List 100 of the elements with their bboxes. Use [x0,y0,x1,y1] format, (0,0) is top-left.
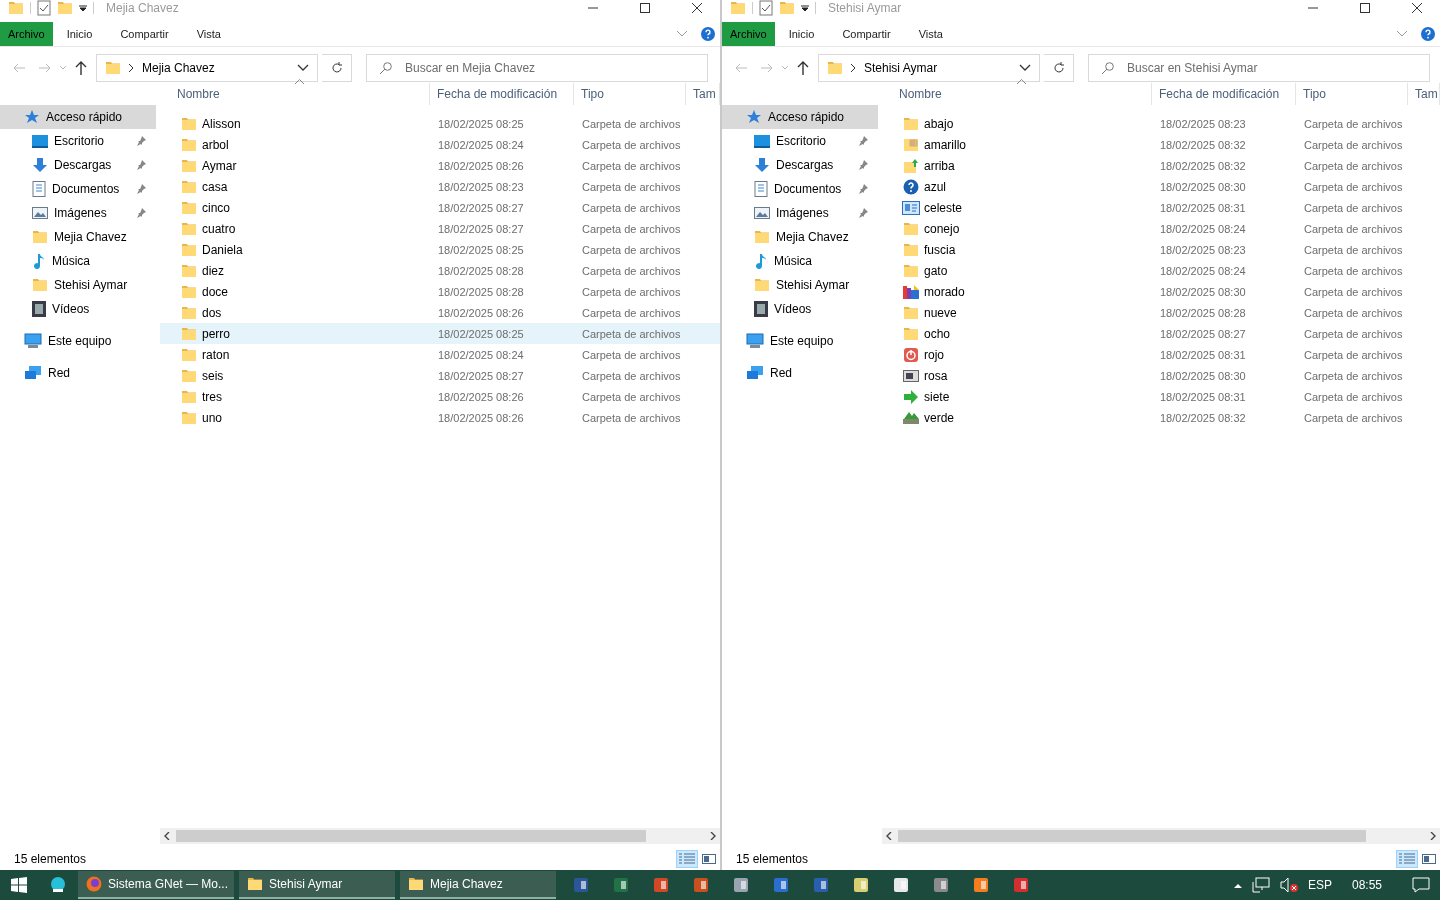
ribbon-tab[interactable]: Archivo [0,22,53,46]
pin-icon[interactable] [136,136,146,146]
nav-item[interactable]: Este equipo [0,329,156,353]
dropdown-icon[interactable] [79,4,87,12]
pin-icon[interactable] [858,160,868,170]
taskbar-window-button[interactable]: Stehisi Aymar [239,871,395,899]
pin-icon[interactable] [136,160,146,170]
file-row[interactable]: perro 18/02/2025 08:25 Carpeta de archivos [160,323,720,344]
muted-speaker-icon[interactable] [1279,877,1298,893]
file-row[interactable]: gato 18/02/2025 08:24 Carpeta de archivos [882,260,1440,281]
nav-item[interactable]: Mejia Chavez [0,225,156,249]
file-row[interactable]: tres 18/02/2025 08:26 Carpeta de archivos [160,386,720,407]
file-row[interactable]: diez 18/02/2025 08:28 Carpeta de archivos [160,260,720,281]
column-header[interactable]: Tam [1408,83,1440,105]
pin-icon[interactable] [858,136,868,146]
nav-item[interactable]: Red [722,361,878,385]
nav-item[interactable]: Este equipo [722,329,878,353]
pin-icon[interactable] [136,184,146,194]
scrollbar-thumb[interactable] [176,830,646,842]
taskbar-window-button[interactable]: Sistema GNet — Mo... [78,871,234,899]
nav-item[interactable]: Acceso rápido [722,105,878,129]
address-field[interactable]: Stehisi Aymar [818,54,1040,82]
checkmark-document-icon[interactable] [759,0,773,16]
nav-item[interactable]: Imágenes [0,201,156,225]
file-row[interactable]: Daniela 18/02/2025 08:25 Carpeta de archivos [160,239,720,260]
nav-item[interactable]: Descargas [722,153,878,177]
nav-item[interactable]: Descargas [0,153,156,177]
ribbon-tab[interactable]: Inicio [52,22,107,46]
column-header[interactable]: Fecha de modificación [1152,83,1296,105]
help-icon[interactable] [1421,27,1435,41]
file-row[interactable]: dos 18/02/2025 08:26 Carpeta de archivos [160,302,720,323]
pin-icon[interactable] [858,208,868,218]
file-row[interactable]: doce 18/02/2025 08:28 Carpeta de archivos [160,281,720,302]
nav-item[interactable]: Stehisi Aymar [0,273,156,297]
file-row[interactable]: arriba 18/02/2025 08:32 Carpeta de archivos [882,155,1440,176]
address-field[interactable]: Mejia Chavez [96,54,318,82]
nav-item[interactable]: Imágenes [722,201,878,225]
file-row[interactable]: verde 18/02/2025 08:32 Carpeta de archivos [882,407,1440,428]
scrollbar-thumb[interactable] [898,830,1366,842]
file-row[interactable]: amarillo 18/02/2025 08:32 Carpeta de archivos [882,134,1440,155]
pin-icon[interactable] [858,184,868,194]
ribbon-tab[interactable]: Compartir [828,22,905,46]
checkmark-document-icon[interactable] [37,0,51,16]
ribbon-tab[interactable]: Inicio [774,22,829,46]
file-row[interactable]: cuatro 18/02/2025 08:27 Carpeta de archivos [160,218,720,239]
network-icon[interactable] [1251,877,1270,893]
file-row[interactable]: nueve 18/02/2025 08:28 Carpeta de archivos [882,302,1440,323]
file-row[interactable]: morado 18/02/2025 08:30 Carpeta de archivos [882,281,1440,302]
ribbon-tab[interactable]: Archivo [722,22,775,46]
input-language[interactable]: ESP [1307,878,1332,892]
column-header[interactable]: Tipo [1296,83,1408,105]
file-row[interactable]: celeste 18/02/2025 08:31 Carpeta de archivos [882,197,1440,218]
file-row[interactable]: abajo 18/02/2025 08:23 Carpeta de archivos [882,113,1440,134]
nav-item[interactable]: Documentos [0,177,156,201]
file-row[interactable]: seis 18/02/2025 08:27 Carpeta de archivos [160,365,720,386]
taskbar-window-button[interactable]: Mejia Chavez [400,871,556,899]
file-row[interactable]: uno 18/02/2025 08:26 Carpeta de archivos [160,407,720,428]
ribbon-tab[interactable]: Vista [904,22,957,46]
search-field[interactable]: Buscar en Stehisi Aymar [1088,54,1430,82]
pin-icon[interactable] [136,208,146,218]
horizontal-scrollbar[interactable] [882,828,1440,844]
nav-item[interactable]: Vídeos [722,297,878,321]
nav-item[interactable]: Escritorio [0,129,156,153]
dropdown-icon[interactable] [801,4,809,12]
file-row[interactable]: ocho 18/02/2025 08:27 Carpeta de archivos [882,323,1440,344]
nav-item[interactable]: Vídeos [0,297,156,321]
file-row[interactable]: siete 18/02/2025 08:31 Carpeta de archivos [882,386,1440,407]
file-row[interactable]: azul 18/02/2025 08:30 Carpeta de archivos [882,176,1440,197]
nav-item[interactable]: Acceso rápido [0,105,156,129]
nav-item[interactable]: Escritorio [722,129,878,153]
nav-item[interactable]: Mejia Chavez [722,225,878,249]
nav-item[interactable]: Música [0,249,156,273]
file-row[interactable]: Alisson 18/02/2025 08:25 Carpeta de archivos [160,113,720,134]
file-row[interactable]: raton 18/02/2025 08:24 Carpeta de archivos [160,344,720,365]
column-header[interactable]: Nombre [892,83,1152,105]
file-row[interactable]: fuscia 18/02/2025 08:23 Carpeta de archivos [882,239,1440,260]
nav-item[interactable]: Documentos [722,177,878,201]
show-hidden-icons-icon[interactable] [1233,882,1242,888]
search-field[interactable]: Buscar en Mejia Chavez [366,54,708,82]
file-row[interactable]: rojo 18/02/2025 08:31 Carpeta de archivos [882,344,1440,365]
file-row[interactable]: cinco 18/02/2025 08:27 Carpeta de archivos [160,197,720,218]
chevron-down-icon[interactable] [297,64,309,72]
nav-item[interactable]: Red [0,361,156,385]
column-header[interactable]: Fecha de modificación [430,83,574,105]
nav-item[interactable]: Stehisi Aymar [722,273,878,297]
file-row[interactable]: casa 18/02/2025 08:23 Carpeta de archivos [160,176,720,197]
ribbon-tab[interactable]: Compartir [106,22,183,46]
file-row[interactable]: arbol 18/02/2025 08:24 Carpeta de archivos [160,134,720,155]
clock[interactable]: 08:55 [1351,878,1382,892]
file-row[interactable]: Aymar 18/02/2025 08:26 Carpeta de archivos [160,155,720,176]
column-header[interactable]: Nombre [170,83,430,105]
column-header[interactable]: Tipo [574,83,686,105]
ribbon-tab[interactable]: Vista [182,22,235,46]
file-row[interactable]: conejo 18/02/2025 08:24 Carpeta de archivos [882,218,1440,239]
notification-icon[interactable] [1412,877,1430,893]
help-icon[interactable] [701,27,715,41]
horizontal-scrollbar[interactable] [160,828,720,844]
refresh-button[interactable] [1044,54,1074,82]
refresh-button[interactable] [322,54,352,82]
file-row[interactable]: rosa 18/02/2025 08:30 Carpeta de archivos [882,365,1440,386]
